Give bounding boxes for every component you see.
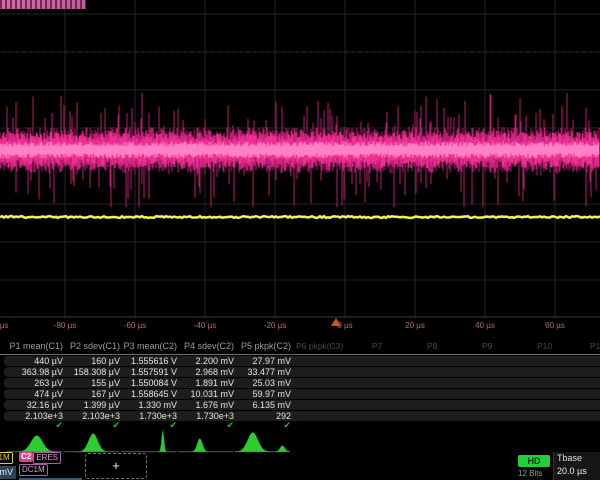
measurement-cell: 263 µV — [1, 378, 63, 388]
time-label: -100 µs — [0, 321, 17, 330]
measurement-cell: 2.968 mV — [172, 367, 234, 377]
histicon-p5 — [234, 430, 291, 453]
measurement-cell: 1.550084 V — [115, 378, 177, 388]
param-header[interactable]: P3 mean(C2) — [115, 341, 177, 352]
measurement-cell: 1.676 mV — [172, 400, 234, 410]
measurement-cell: 27.97 mV — [229, 356, 291, 366]
measurement-cell: 1.557591 V — [115, 367, 177, 377]
measurement-cell: 160 µV — [58, 356, 120, 366]
measurement-cell: 1.399 µV — [58, 400, 120, 410]
histicon-p1 — [6, 430, 63, 453]
tbase-descriptor[interactable]: Tbase 20.0 µs — [553, 452, 600, 480]
trigger-position-marker[interactable] — [331, 318, 341, 326]
param-header-inactive[interactable]: P11 — [590, 341, 600, 352]
measurement-cell: 59.97 mV — [229, 389, 291, 399]
c1-coupling-badge: DC1M — [0, 452, 13, 464]
measurement-cell: 158.308 µV — [58, 367, 120, 377]
time-axis: -100 µs -80 µs -60 µs -40 µs -20 µs 0 µs 20 µs… — [0, 321, 600, 333]
channel-c2-descriptor[interactable]: C2ERESDC1M 10.0 mV — [19, 452, 82, 479]
waveform-display — [0, 0, 600, 318]
tbase-value: 20.0 µs — [557, 465, 600, 478]
table-row: 32.16 µV1.399 µV1.330 mV1.676 mV6.135 mV — [4, 400, 600, 410]
c2-coupling-badge: DC1M — [19, 464, 48, 476]
measurement-cell: 32.16 µV — [1, 400, 63, 410]
tbase-label: Tbase — [557, 452, 600, 465]
measurement-cell: 25.03 mV — [229, 378, 291, 388]
histicon-shape — [121, 430, 176, 452]
time-label: 0 µs — [323, 321, 367, 330]
histicon-p3 — [120, 430, 177, 453]
histicon-p2 — [63, 430, 120, 453]
measurement-cell: 33.477 mV — [229, 367, 291, 377]
measurement-cell: 363.98 µV — [1, 367, 63, 377]
measurement-cell: 440 µV — [1, 356, 63, 366]
measurement-cell: 1.555616 V — [115, 356, 177, 366]
measurement-cell: 1.558645 V — [115, 389, 177, 399]
param-header-inactive[interactable]: P10 — [537, 341, 552, 352]
oscilloscope-screen: -100 µs -80 µs -60 µs -40 µs -20 µs 0 µs 20 µs… — [0, 0, 600, 480]
bottom-descriptor-bar: DC1M 10.0 mV C2ERESDC1M 10.0 mV + HD 12 … — [0, 452, 600, 480]
histicon-shape — [7, 436, 62, 453]
measurement-cell: 1.330 mV — [115, 400, 177, 410]
histicon-p4 — [177, 430, 234, 453]
param-header[interactable]: P4 sdev(C2) — [172, 341, 234, 352]
histicon-shape — [64, 434, 119, 453]
measurement-cell: 167 µV — [58, 389, 120, 399]
measurement-cell: 474 µV — [1, 389, 63, 399]
measurement-cell: 10.031 mV — [172, 389, 234, 399]
waveform-grid — [0, 0, 600, 318]
table-row: 363.98 µV158.308 µV1.557591 V2.968 mV33.… — [4, 367, 600, 377]
time-label: 20 µs — [393, 321, 437, 330]
histicon-shape — [178, 439, 233, 453]
param-header[interactable]: P1 mean(C1) — [1, 341, 63, 352]
plus-icon: + — [112, 458, 120, 473]
time-label: -40 µs — [183, 321, 227, 330]
measurement-cell: 1.891 mV — [172, 378, 234, 388]
table-header-divider — [0, 354, 600, 355]
param-header-inactive[interactable]: P8 — [427, 341, 437, 352]
table-row: 440 µV160 µV1.555616 V2.200 mV27.97 mV — [4, 356, 600, 366]
time-label: 60 µs — [533, 321, 577, 330]
param-header[interactable]: P2 sdev(C1) — [58, 341, 120, 352]
top-left-highlight[interactable] — [0, 0, 86, 9]
param-header[interactable]: P5 pkpk(C2) — [229, 341, 291, 352]
time-label: -80 µs — [43, 321, 87, 330]
measurement-cell: 155 µV — [58, 378, 120, 388]
hd-bits-label: 12 Bits — [518, 469, 542, 478]
param-header-inactive[interactable]: P9 — [482, 341, 492, 352]
c2-label-badge: C2 — [19, 452, 33, 462]
hd-mode-badge[interactable]: HD — [518, 455, 550, 467]
time-label: 40 µs — [463, 321, 507, 330]
param-header-inactive[interactable]: P6 pkpk(C3) — [296, 341, 343, 352]
c2-eres-badge: ERES — [33, 452, 61, 464]
histicon-shape — [235, 433, 290, 453]
time-label: -20 µs — [253, 321, 297, 330]
measurement-table: P1 mean(C1)P2 sdev(C1)P3 mean(C2)P4 sdev… — [0, 341, 600, 431]
param-header-inactive[interactable]: P7 — [372, 341, 382, 352]
channel-c1-descriptor[interactable]: DC1M 10.0 mV — [0, 452, 16, 479]
add-trace-button[interactable]: + — [85, 453, 147, 479]
c1-vdiv-value: 10.0 mV — [0, 466, 16, 479]
time-label: -60 µs — [113, 321, 157, 330]
table-row: 263 µV155 µV1.550084 V1.891 mV25.03 mV — [4, 378, 600, 388]
measurement-cell: 2.200 mV — [172, 356, 234, 366]
table-row: 474 µV167 µV1.558645 V10.031 mV59.97 mV — [4, 389, 600, 399]
measurement-cell: 6.135 mV — [229, 400, 291, 410]
